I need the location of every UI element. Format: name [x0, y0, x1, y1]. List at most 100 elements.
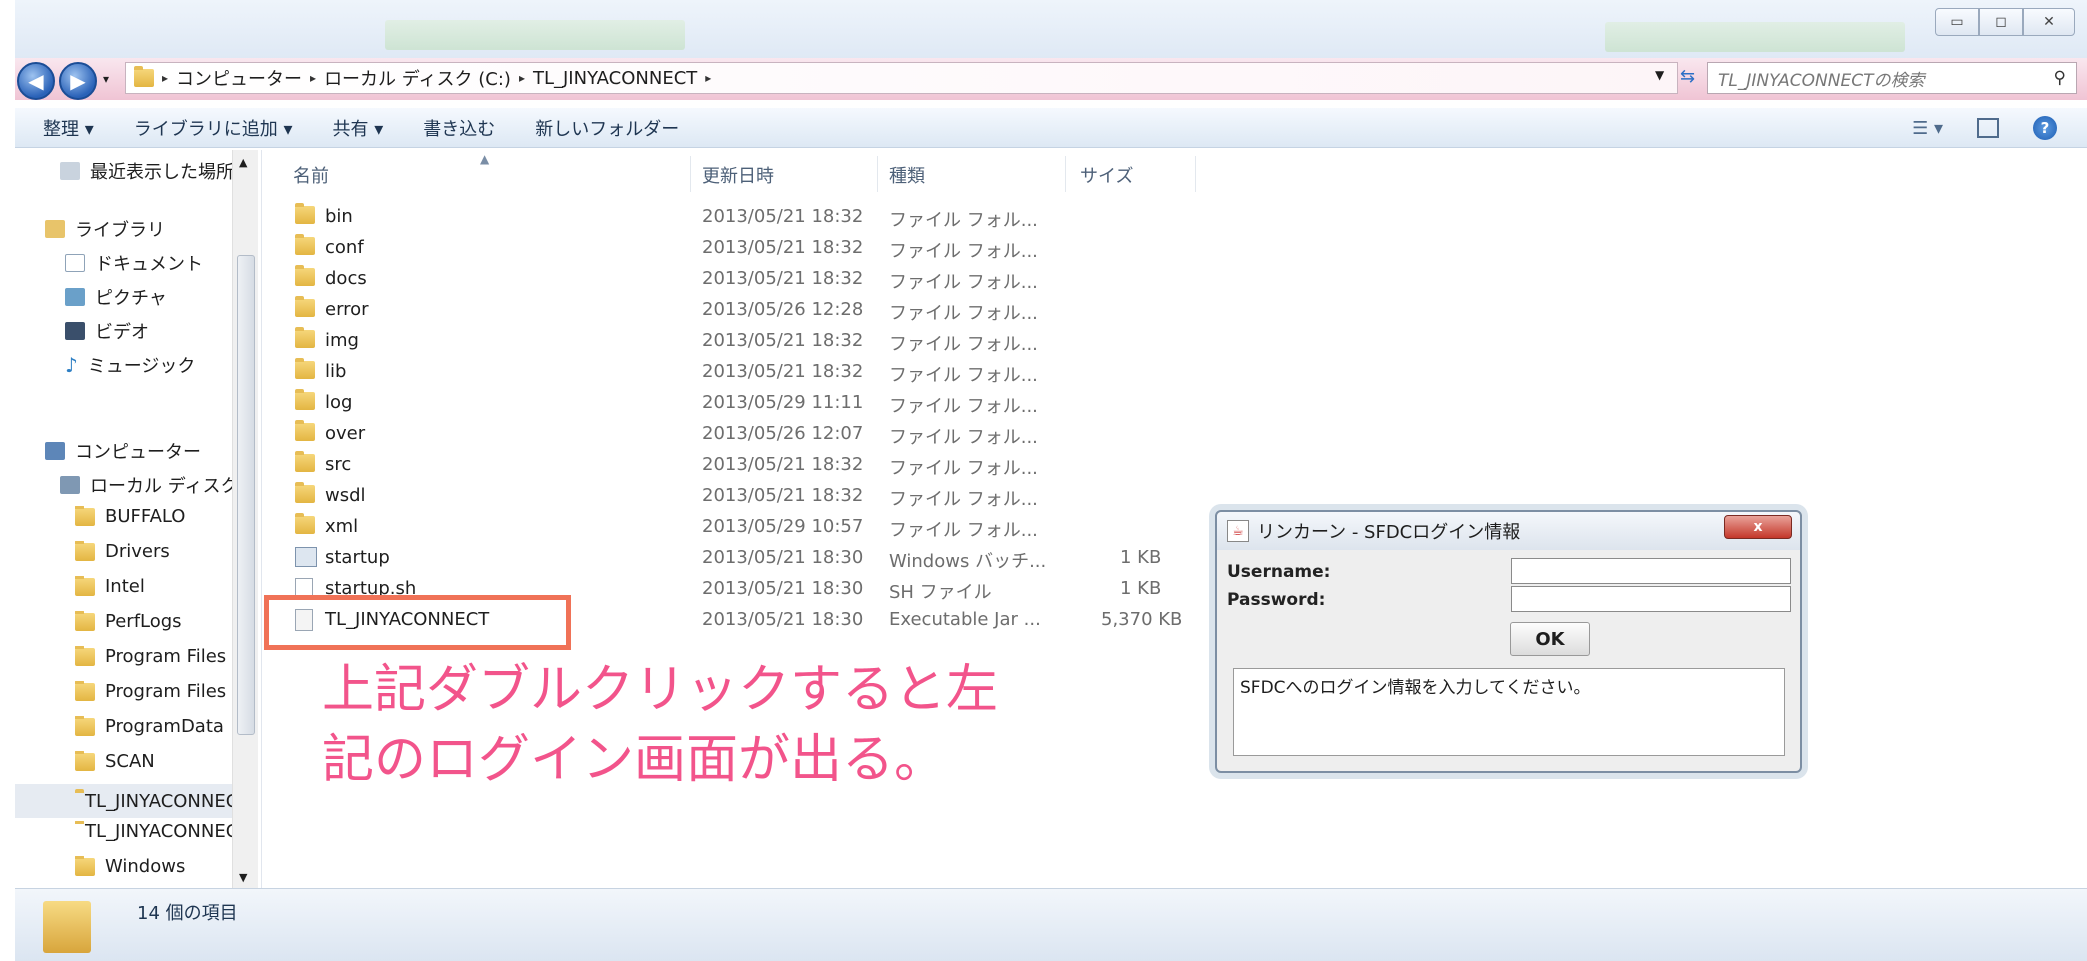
nav-pictures[interactable]: ピクチャ — [65, 284, 167, 310]
password-field[interactable] — [1511, 586, 1791, 612]
nav-folder-item[interactable]: BUFFALO — [75, 506, 245, 527]
column-divider[interactable] — [1195, 156, 1196, 192]
folder-icon — [295, 234, 315, 255]
file-row[interactable]: conf 2013/05/21 18:32 ファイル フォル... — [265, 233, 1265, 263]
nav-videos[interactable]: ビデオ — [65, 318, 149, 344]
share-menu[interactable]: 共有 ▾ — [333, 115, 384, 141]
file-name: wsdl — [325, 485, 366, 506]
nav-folder-item[interactable]: PerfLogs — [75, 611, 245, 632]
file-row[interactable]: bin 2013/05/21 18:32 ファイル フォル... — [265, 202, 1265, 232]
nav-folder-item[interactable]: Program Files — [75, 681, 245, 702]
file-date: 2013/05/21 18:32 — [702, 268, 864, 289]
folder-icon — [295, 203, 315, 224]
file-type: ファイル フォル... — [889, 365, 1038, 386]
file-row[interactable]: src 2013/05/21 18:32 ファイル フォル... — [265, 450, 1265, 480]
file-row[interactable]: docs 2013/05/21 18:32 ファイル フォル... — [265, 264, 1265, 294]
organize-menu[interactable]: 整理 ▾ — [43, 115, 94, 141]
address-dropdown-button[interactable]: ▼ — [1655, 68, 1664, 82]
scroll-up-arrow-icon[interactable]: ▲ — [239, 156, 247, 169]
folder-icon — [75, 716, 95, 736]
add-to-library-menu[interactable]: ライブラリに追加 ▾ — [134, 115, 293, 141]
column-header-name[interactable]: 名前 — [293, 162, 329, 188]
forward-button[interactable]: ▶ — [59, 62, 97, 100]
file-row[interactable]: wsdl 2013/05/21 18:32 ファイル フォル... — [265, 481, 1265, 511]
refresh-icon[interactable]: ⇆ — [1680, 66, 1695, 87]
file-name: xml — [325, 516, 359, 537]
file-row[interactable]: lib 2013/05/21 18:32 ファイル フォル... — [265, 357, 1265, 387]
video-icon — [65, 322, 85, 340]
nav-scrollbar[interactable]: ▲ ▼ — [232, 150, 258, 888]
scrollbar-thumb[interactable] — [237, 255, 255, 735]
folder-icon — [75, 541, 95, 561]
nav-folder-item[interactable]: Intel — [75, 576, 245, 597]
document-icon — [65, 254, 85, 272]
breadcrumb-current-folder[interactable]: TL_JINYACONNECT — [533, 68, 697, 89]
nav-folder-item[interactable]: TL_JINYACONNECT — [75, 821, 245, 842]
maximize-button[interactable]: ◻ — [1979, 8, 2023, 36]
nav-libraries[interactable]: ライブラリ — [45, 216, 165, 242]
file-row[interactable]: log 2013/05/29 11:11 ファイル フォル... — [265, 388, 1265, 418]
address-bar[interactable]: ▸ コンピューター ▸ ローカル ディスク (C:) ▸ TL_JINYACON… — [125, 62, 1678, 94]
ok-button[interactable]: OK — [1510, 622, 1590, 656]
nav-music[interactable]: ♪ ミュージック — [65, 352, 195, 378]
scroll-down-arrow-icon[interactable]: ▼ — [239, 871, 247, 884]
chevron-right-icon: ▸ — [518, 71, 525, 85]
back-button[interactable]: ◀ — [17, 62, 55, 100]
preview-pane-icon[interactable] — [1977, 118, 1999, 138]
file-row[interactable]: startup 2013/05/21 18:30 Windows バッチ... … — [265, 543, 1265, 573]
new-folder-button[interactable]: 新しいフォルダー — [535, 115, 679, 141]
close-window-button[interactable]: ✕ — [2023, 8, 2075, 36]
nav-computer[interactable]: コンピューター — [45, 438, 201, 464]
dialog-title: リンカーン - SFDCログイン情報 — [1257, 522, 1521, 543]
file-name: over — [325, 423, 366, 444]
recent-pages-dropdown[interactable]: ▾ — [103, 72, 109, 86]
nav-documents[interactable]: ドキュメント — [65, 250, 203, 276]
nav-folder-item[interactable]: Drivers — [75, 541, 245, 562]
help-icon[interactable]: ? — [2033, 116, 2057, 140]
column-divider[interactable] — [690, 156, 691, 192]
column-divider[interactable] — [877, 156, 878, 192]
column-header-date[interactable]: 更新日時 — [702, 162, 774, 188]
folder-icon — [295, 451, 315, 472]
view-options-icon[interactable]: ☰ ▾ — [1912, 118, 1943, 139]
nav-folder-item[interactable]: ProgramData — [75, 716, 245, 737]
minimize-button[interactable]: ▭ — [1935, 8, 1979, 36]
folder-icon — [295, 358, 315, 379]
nav-local-disk[interactable]: ローカル ディスク — [60, 472, 245, 498]
column-header-size[interactable]: サイズ — [1080, 162, 1133, 188]
search-input[interactable]: TL_JINYACONNECTの検索 ⚲ — [1707, 62, 2077, 94]
username-field[interactable] — [1511, 558, 1791, 584]
nav-label: ライブラリ — [75, 220, 165, 241]
file-type: ファイル フォル... — [889, 210, 1038, 231]
message-area: SFDCへのログイン情報を入力してください。 — [1233, 668, 1785, 756]
nav-recent-places[interactable]: 最近表示した場所 — [60, 158, 245, 184]
file-row[interactable]: error 2013/05/26 12:28 ファイル フォル... — [265, 295, 1265, 325]
nav-label: ビデオ — [95, 322, 149, 343]
search-icon[interactable]: ⚲ — [2054, 68, 2066, 88]
nav-folder-item[interactable]: Program Files — [75, 646, 245, 667]
nav-folder-item-selected[interactable]: TL_JINYACONNECT — [15, 784, 247, 818]
nav-folder-item[interactable]: Windows — [75, 856, 245, 877]
file-row[interactable]: over 2013/05/26 12:07 ファイル フォル... — [265, 419, 1265, 449]
burn-button[interactable]: 書き込む — [423, 115, 495, 141]
nav-label: SCAN — [105, 751, 155, 772]
column-header-type[interactable]: 種類 — [889, 162, 925, 188]
file-row[interactable]: img 2013/05/21 18:32 ファイル フォル... — [265, 326, 1265, 356]
file-row[interactable]: xml 2013/05/29 10:57 ファイル フォル... — [265, 512, 1265, 542]
file-name: error — [325, 299, 369, 320]
nav-folder-item[interactable]: SCAN — [75, 751, 245, 772]
breadcrumb-local-disk[interactable]: ローカル ディスク (C:) — [324, 65, 511, 91]
breadcrumb-computer[interactable]: コンピューター — [176, 65, 302, 91]
folder-icon — [295, 389, 315, 410]
annotation-line-1: 上記ダブルクリックすると左 — [322, 660, 999, 720]
column-divider[interactable] — [1065, 156, 1066, 192]
file-name: startup — [325, 547, 390, 568]
file-date: 2013/05/21 18:30 — [702, 547, 864, 568]
file-name: docs — [325, 268, 367, 289]
blurred-taskbar-item — [1605, 22, 1905, 52]
search-placeholder: TL_JINYACONNECTの検索 — [1718, 70, 1925, 91]
dialog-close-button[interactable]: x — [1724, 515, 1792, 539]
file-date: 2013/05/26 12:28 — [702, 299, 864, 320]
folder-icon — [75, 576, 95, 596]
nav-label: TL_JINYACONNECT — [85, 790, 247, 812]
